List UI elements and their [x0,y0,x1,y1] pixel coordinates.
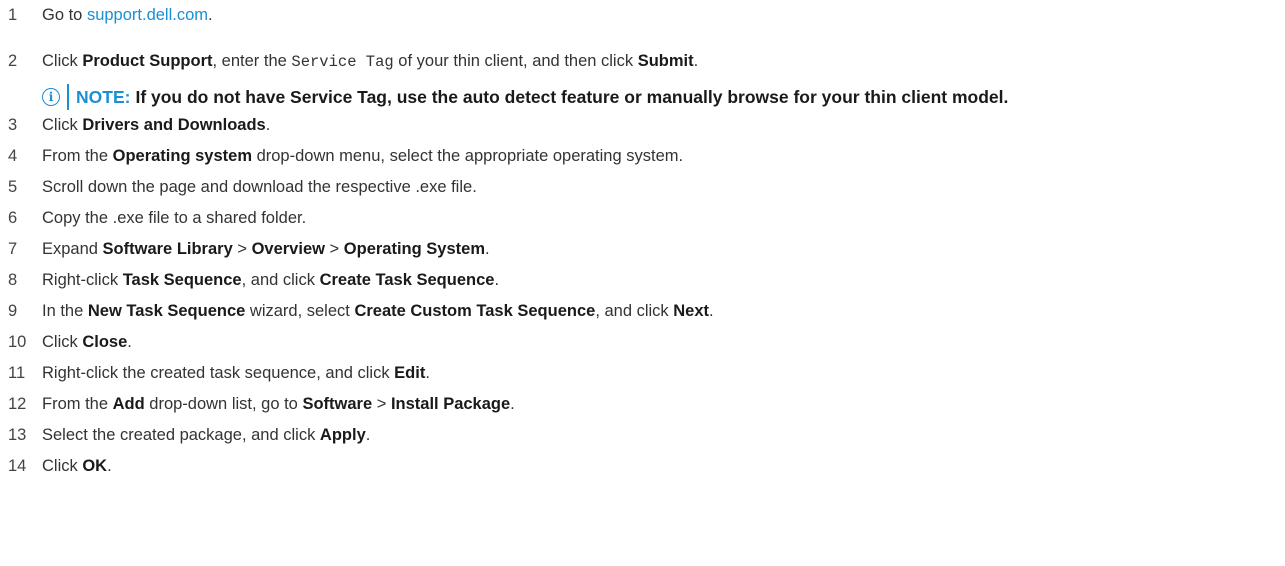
step-text-run: > [324,239,344,258]
step-text-run: , and click [595,301,674,320]
step-number: 11 [8,363,26,382]
step-text-run: , and click [241,270,320,289]
step-text-run: . [693,51,699,70]
step-text-run: . [494,270,500,289]
step-number: 4 [8,146,18,165]
step-text-run: . [485,239,490,258]
code-term: Service Tag [291,52,394,71]
step-text-run: > [372,394,391,413]
step-number: 13 [8,425,27,444]
ui-term: New Task Sequence [87,301,246,320]
ui-term: Next [673,301,710,320]
ui-term: Operating System [343,239,485,258]
step-number: 3 [8,115,18,134]
ui-term: Apply [319,425,366,444]
ui-term: Overview [251,239,325,258]
step-text-run: . [365,425,371,444]
step-text: Copy the .exe file to a shared folder. [42,209,306,228]
step-number: 10 [8,332,27,351]
step-number: 7 [8,239,18,258]
ui-term: Operating system [112,146,252,165]
step-text-run: Click [42,51,83,70]
ui-term: Drivers and Downloads [82,115,266,134]
step-text: Expand Software Library > Overview > Ope… [42,240,490,259]
step-text-run: . [709,301,714,320]
step-number: 2 [8,51,18,70]
step-text: Click OK. [42,457,112,476]
info-icon: i [42,88,60,106]
step-text: Click Close. [42,333,132,352]
step-text: Click Drivers and Downloads. [42,116,270,135]
note-callout: i NOTE: If you do not have Service Tag, … [42,82,1008,112]
step-text: Select the created package, and click Ap… [42,426,370,445]
ui-term: Close [82,332,128,351]
step-text-run: . [265,115,271,134]
step-text-run: wizard, select [245,301,355,320]
step-text-run: Copy the .exe file to a shared folder. [42,208,307,227]
ui-term: Submit [637,51,694,70]
step-text: From the Operating system drop-down menu… [42,147,683,166]
step-number: 8 [8,270,18,289]
step-number: 6 [8,208,18,227]
ui-term: OK [82,456,108,475]
step-text-run: drop-down list, go to [144,394,303,413]
step-text: Right-click the created task sequence, a… [42,364,430,383]
step-text-run: Go to [42,5,87,24]
step-text-run: Expand [42,239,103,258]
ui-term: Edit [394,363,426,382]
step-text-run: Right-click [42,270,123,289]
step-number: 1 [8,5,18,24]
step-text-run: . [208,5,213,24]
step-text-run: of your thin client, and then click [393,51,638,70]
step-text: Go to support.dell.com. [42,6,213,25]
step-number: 12 [8,394,27,413]
note-label: NOTE: [76,86,131,107]
step-text-run: Click [42,332,83,351]
step-text-run: . [425,363,430,382]
step-text: In the New Task Sequence wizard, select … [42,302,714,321]
step-text-run: From the [42,146,113,165]
step-text-run: Select the created package, and click [42,425,320,444]
step-text-run: drop-down menu, select the appropriate o… [252,146,684,165]
step-text-run: Click [42,115,83,134]
step-text-run: Scroll down the page and download the re… [42,177,477,196]
ui-term: Create Task Sequence [319,270,495,289]
step-text-run: Click [42,456,83,475]
step-text-run: . [510,394,515,413]
ui-term: Software Library [102,239,233,258]
step-number: 5 [8,177,18,196]
ui-term: Install Package [390,394,511,413]
ui-term: Add [112,394,145,413]
ui-term: Task Sequence [122,270,242,289]
step-text-run: , enter the [212,51,292,70]
note-text: If you do not have Service Tag, use the … [135,86,1009,107]
support-link[interactable]: support.dell.com [87,6,208,24]
ui-term: Create Custom Task Sequence [354,301,596,320]
step-text: Scroll down the page and download the re… [42,178,477,197]
step-text-run: . [127,332,132,351]
step-text-run: From the [42,394,113,413]
step-text-run: In the [42,301,88,320]
note-divider [67,84,69,110]
step-text-run: > [232,239,252,258]
ui-term: Software [302,394,373,413]
ui-term: Product Support [82,51,213,70]
step-text: Right-click Task Sequence, and click Cre… [42,271,499,290]
step-text-run: Right-click the created task sequence, a… [42,363,395,382]
step-text-run: . [107,456,112,475]
step-number: 14 [8,456,27,475]
step-text: From the Add drop-down list, go to Softw… [42,395,515,414]
step-number: 9 [8,301,18,320]
step-text: Click Product Support, enter the Service… [42,52,698,71]
